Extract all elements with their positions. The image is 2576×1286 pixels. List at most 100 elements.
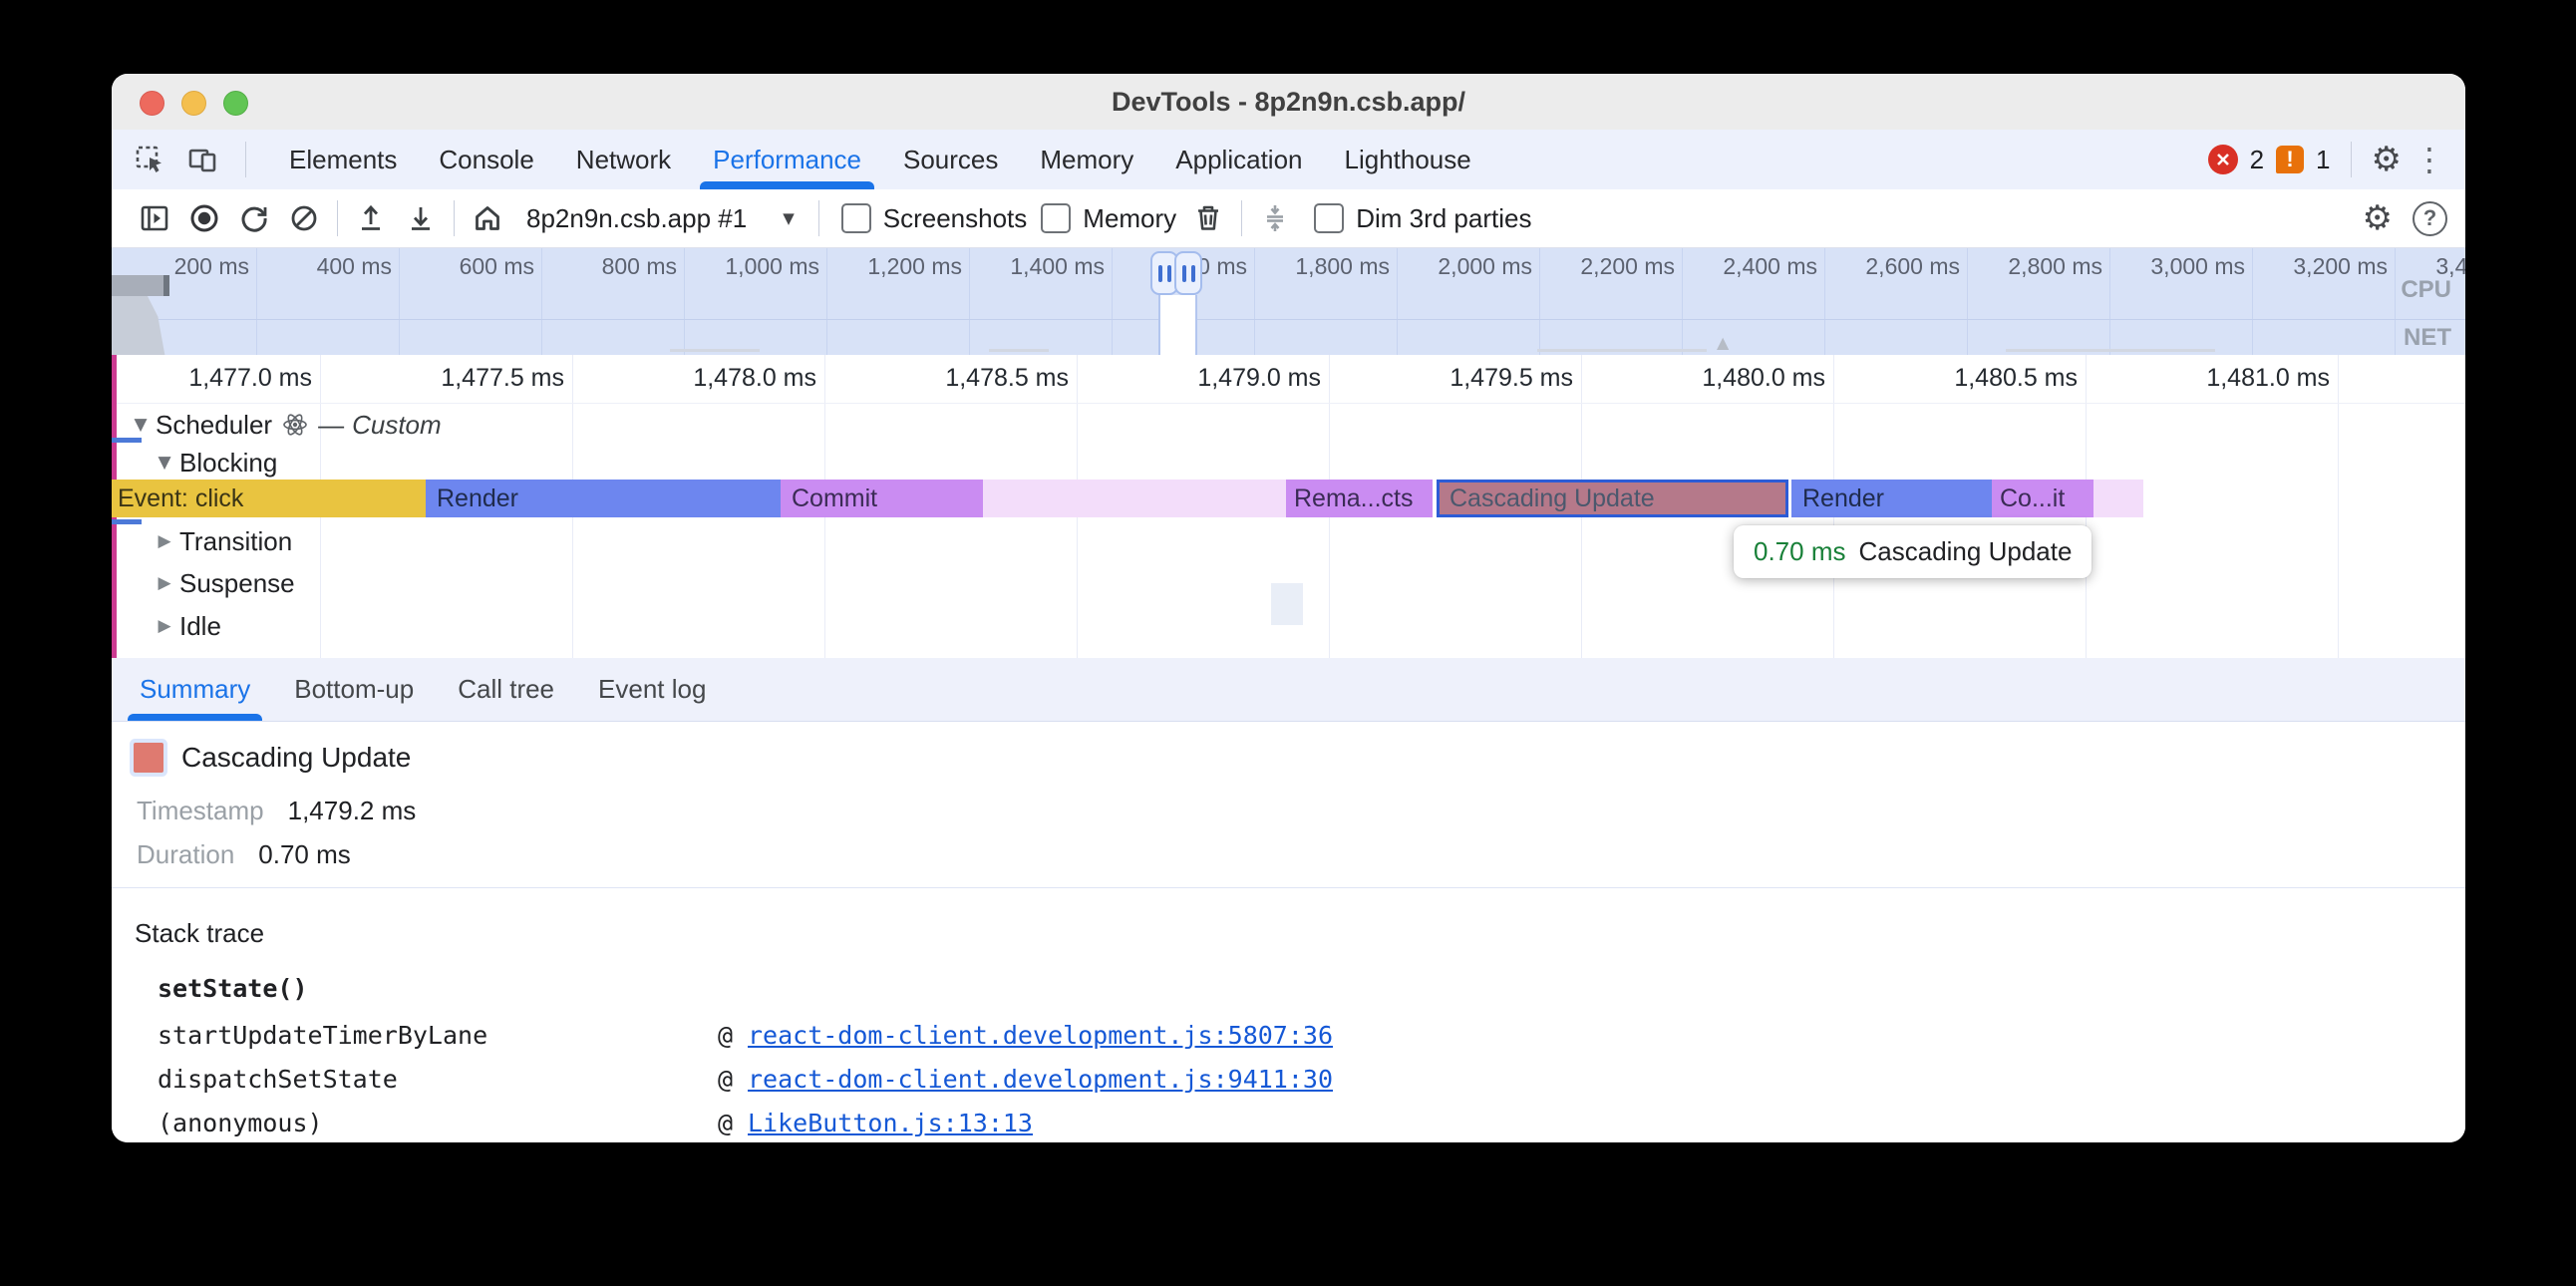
track-group-scheduler[interactable]: ▼ Scheduler — Custom bbox=[126, 409, 442, 441]
summary-value: 0.70 ms bbox=[258, 839, 351, 870]
flame-chart[interactable]: ▼ Scheduler — Custom ▼ Blocking bbox=[112, 355, 2465, 659]
tab-elements[interactable]: Elements bbox=[268, 130, 418, 189]
flame-bar-render[interactable]: Render bbox=[426, 480, 781, 517]
overview-selection-window[interactable]: ▲ bbox=[1158, 295, 1197, 355]
window-title: DevTools - 8p2n9n.csb.app/ bbox=[112, 74, 2465, 130]
flame-bar-event-click[interactable]: Event: click bbox=[112, 480, 426, 517]
error-count: 2 bbox=[2250, 145, 2264, 175]
ruler-tick-label: 1,478.5 ms bbox=[945, 364, 1069, 393]
overview-grid-line bbox=[2252, 248, 2253, 355]
overview-grid-line bbox=[826, 248, 827, 355]
overview-tick-label: 2,800 ms bbox=[2008, 253, 2102, 280]
inspect-element-icon[interactable] bbox=[130, 140, 169, 179]
overview-grid-line bbox=[2395, 248, 2396, 355]
source-location-link[interactable]: react-dom-client.development.js:9411:30 bbox=[748, 1065, 1333, 1094]
ruler-separator bbox=[112, 403, 2465, 404]
lane-idle[interactable]: ▶ Idle bbox=[150, 610, 221, 642]
details-tab-call-tree[interactable]: Call tree bbox=[436, 658, 576, 721]
frame-at-separator: @ bbox=[718, 1021, 733, 1050]
overview-grid-line bbox=[1967, 248, 1968, 355]
reload-record-icon[interactable] bbox=[234, 198, 274, 238]
tab-performance[interactable]: Performance bbox=[692, 130, 882, 189]
error-badge-icon[interactable] bbox=[2208, 145, 2238, 174]
overview-tick-label: 2,000 ms bbox=[1438, 253, 1532, 280]
warning-badge-icon[interactable]: ! bbox=[2276, 146, 2304, 173]
summary-title: Cascading Update bbox=[181, 742, 411, 774]
ruler-tick-label: 1,477.0 ms bbox=[188, 364, 312, 393]
home-icon[interactable] bbox=[468, 198, 507, 238]
upload-profile-icon[interactable] bbox=[351, 198, 391, 238]
details-tab-event-log[interactable]: Event log bbox=[576, 658, 728, 721]
help-icon[interactable]: ? bbox=[2413, 201, 2447, 236]
lane-suspense[interactable]: ▶ Suspense bbox=[150, 567, 295, 599]
overview-grid-line bbox=[399, 248, 400, 355]
flame-bar-phase[interactable] bbox=[2093, 480, 2143, 517]
capture-settings-gear-icon[interactable]: ⚙ bbox=[2363, 198, 2393, 238]
collapse-tracks-icon[interactable] bbox=[1255, 198, 1295, 238]
ruler-tick-label: 1,477.5 ms bbox=[441, 364, 564, 393]
tab-console[interactable]: Console bbox=[418, 130, 554, 189]
divider bbox=[112, 887, 2465, 888]
collect-garbage-icon[interactable] bbox=[1188, 198, 1228, 238]
lane-blocking[interactable]: ▼ Blocking bbox=[150, 447, 277, 479]
dim-3rd-parties-checkbox[interactable] bbox=[1314, 203, 1344, 233]
lane-transition[interactable]: ▶ Transition bbox=[150, 525, 292, 557]
flame-bar-cascading-update[interactable]: Cascading Update bbox=[1437, 480, 1788, 517]
source-location-link[interactable]: react-dom-client.development.js:5807:36 bbox=[748, 1021, 1333, 1050]
download-profile-icon[interactable] bbox=[401, 198, 441, 238]
overview-grid-line bbox=[684, 248, 685, 355]
frame-at-separator: @ bbox=[718, 1065, 733, 1094]
flame-bar-co-it[interactable]: Co...it bbox=[1992, 480, 2093, 517]
toggle-sidebar-icon[interactable] bbox=[135, 198, 174, 238]
chevron-down-icon[interactable]: ▼ bbox=[783, 209, 795, 227]
tab-sources[interactable]: Sources bbox=[882, 130, 1019, 189]
expand-triangle-icon[interactable]: ▶ bbox=[150, 573, 179, 593]
memory-checkbox[interactable] bbox=[1041, 203, 1071, 233]
settings-gear-icon[interactable]: ⚙ bbox=[2372, 140, 2402, 179]
flame-tooltip: 0.70 ms Cascading Update bbox=[1734, 525, 2092, 578]
overview-grid-line bbox=[969, 248, 970, 355]
overview-grid-line bbox=[256, 248, 257, 355]
lane-label: Suspense bbox=[179, 568, 295, 599]
tab-application[interactable]: Application bbox=[1154, 130, 1323, 189]
overview-lane-divider bbox=[112, 319, 2465, 320]
flame-bar-rema-cts[interactable]: Rema...cts bbox=[1286, 480, 1433, 517]
details-tab-bottom-up[interactable]: Bottom-up bbox=[272, 658, 436, 721]
flame-bar-phase[interactable] bbox=[983, 480, 1286, 517]
more-options-icon[interactable]: ⋮ bbox=[2414, 141, 2445, 178]
tooltip-label: Cascading Update bbox=[1859, 536, 2073, 567]
flame-bar-render[interactable]: Render bbox=[1791, 480, 1992, 517]
devtools-window: DevTools - 8p2n9n.csb.app/ bbox=[112, 74, 2465, 1142]
collapse-triangle-icon[interactable]: ▼ bbox=[126, 415, 156, 435]
target-selector[interactable]: 8p2n9n.csb.app #1 bbox=[526, 203, 747, 234]
screenshots-checkbox[interactable] bbox=[841, 203, 871, 233]
divider bbox=[337, 200, 338, 236]
record-icon[interactable] bbox=[184, 198, 224, 238]
timeline-overview[interactable]: ▲ 200 ms400 ms600 ms800 ms1,000 ms1,200 … bbox=[112, 248, 2465, 355]
tab-lighthouse[interactable]: Lighthouse bbox=[1324, 130, 1492, 189]
performance-toolbar: 8p2n9n.csb.app #1 ▼ Screenshots Memory bbox=[112, 189, 2465, 248]
details-tab-summary[interactable]: Summary bbox=[118, 658, 272, 721]
summary-value: 1,479.2 ms bbox=[288, 796, 417, 826]
tab-network[interactable]: Network bbox=[555, 130, 692, 189]
collapse-triangle-icon[interactable]: ▼ bbox=[150, 453, 179, 473]
memory-label[interactable]: Memory bbox=[1083, 203, 1176, 234]
tab-memory[interactable]: Memory bbox=[1019, 130, 1154, 189]
expand-triangle-icon[interactable]: ▶ bbox=[150, 531, 179, 551]
flame-bar-row: Event: clickRenderCommitRema...ctsCascad… bbox=[112, 480, 2465, 517]
desktop-background: DevTools - 8p2n9n.csb.app/ bbox=[0, 0, 2576, 1286]
screenshots-label[interactable]: Screenshots bbox=[883, 203, 1028, 234]
device-toolbar-icon[interactable] bbox=[183, 140, 223, 179]
clear-icon[interactable] bbox=[284, 198, 324, 238]
tooltip-duration: 0.70 ms bbox=[1754, 536, 1846, 567]
source-location-link[interactable]: LikeButton.js:13:13 bbox=[748, 1109, 1033, 1137]
overview-grid-line bbox=[1254, 248, 1255, 355]
dim-3rd-parties-label[interactable]: Dim 3rd parties bbox=[1356, 203, 1531, 234]
selection-right-handle[interactable] bbox=[1174, 251, 1202, 295]
divider bbox=[454, 200, 455, 236]
lane-label: Blocking bbox=[179, 448, 277, 479]
flame-bar-commit[interactable]: Commit bbox=[781, 480, 983, 517]
expand-triangle-icon[interactable]: ▶ bbox=[150, 616, 179, 636]
summary-label: Timestamp bbox=[137, 796, 264, 826]
frame-function: dispatchSetState bbox=[158, 1065, 398, 1094]
